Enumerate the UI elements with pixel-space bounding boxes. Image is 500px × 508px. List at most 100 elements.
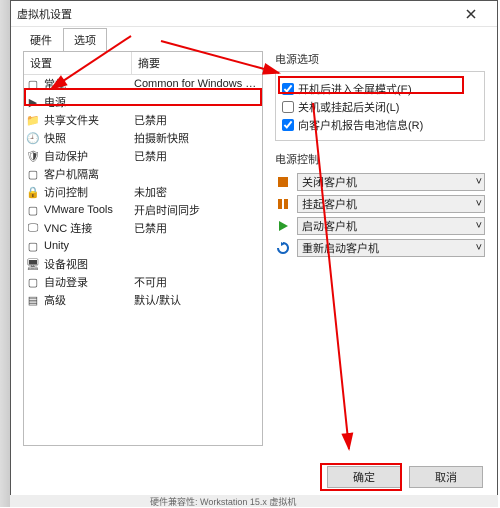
dialog-body: 设置 摘要 ▢ 常规 Common for Windows 10 Enterpr… bbox=[11, 51, 497, 456]
list-item[interactable]: ▢ Unity bbox=[24, 237, 262, 255]
vmtools-icon: ▢ bbox=[24, 204, 42, 217]
restart-icon bbox=[275, 240, 291, 256]
section-power-control: 电源控制 bbox=[275, 151, 485, 167]
select-value: 重新启动客户机 bbox=[302, 240, 379, 256]
item-summary: 已禁用 bbox=[132, 220, 262, 236]
right-panel: 电源选项 开机后进入全屏模式(E) 关机或挂起后关闭(L) 向客户机报告电池信息… bbox=[275, 51, 485, 446]
tab-options[interactable]: 选项 bbox=[63, 28, 107, 52]
list-header: 设置 摘要 bbox=[24, 52, 262, 75]
dialog-footer: 确定 取消 bbox=[327, 466, 483, 488]
item-name: 访问控制 bbox=[42, 184, 132, 200]
snapshot-icon: 🕘 bbox=[24, 132, 42, 145]
tab-hardware[interactable]: 硬件 bbox=[19, 28, 63, 52]
checkbox-label: 关机或挂起后关闭(L) bbox=[298, 99, 399, 115]
col-header-setting: 设置 bbox=[24, 52, 132, 74]
tab-label: 选项 bbox=[74, 35, 96, 47]
select-value: 启动客户机 bbox=[302, 218, 357, 234]
item-name: 共享文件夹 bbox=[42, 112, 132, 128]
button-label: 确定 bbox=[353, 469, 375, 485]
item-name: 快照 bbox=[42, 130, 132, 146]
background-statusbar: 硬件兼容性: Workstation 15.x 虚拟机 bbox=[10, 495, 498, 507]
checkbox-label: 开机后进入全屏模式(E) bbox=[298, 81, 412, 97]
list-item[interactable]: 🖥 设备视图 bbox=[24, 255, 262, 273]
power-control-group: 关闭客户机 ˅ 挂起客户机 ˅ 启动客户机 ˅ bbox=[275, 171, 485, 259]
power-control-row: 启动客户机 ˅ bbox=[275, 215, 485, 237]
list-item[interactable]: ▤ 高级 默认/默认 bbox=[24, 291, 262, 309]
list-item[interactable]: 🖵 VNC 连接 已禁用 bbox=[24, 219, 262, 237]
poweroff-select[interactable]: 关闭客户机 ˅ bbox=[297, 173, 485, 191]
general-icon: ▢ bbox=[24, 78, 42, 91]
checkbox-report-battery[interactable]: 向客户机报告电池信息(R) bbox=[282, 116, 478, 134]
play-icon bbox=[275, 218, 291, 234]
chevron-down-icon: ˅ bbox=[476, 176, 482, 188]
chevron-down-icon: ˅ bbox=[476, 198, 482, 210]
autoprotect-icon: 🛡 bbox=[24, 150, 42, 163]
item-name: 自动保护 bbox=[42, 148, 132, 164]
col-header-summary: 摘要 bbox=[132, 52, 262, 74]
power-icon: ▶ bbox=[24, 96, 42, 109]
item-name: 自动登录 bbox=[42, 274, 132, 290]
suspend-select[interactable]: 挂起客户机 ˅ bbox=[297, 195, 485, 213]
tab-strip: 硬件 选项 bbox=[11, 27, 497, 51]
checkbox-input[interactable] bbox=[282, 101, 294, 113]
button-label: 取消 bbox=[435, 469, 457, 485]
lock-icon: 🔒 bbox=[24, 186, 42, 199]
list-item[interactable]: 📁 共享文件夹 已禁用 bbox=[24, 111, 262, 129]
settings-list: 设置 摘要 ▢ 常规 Common for Windows 10 Enterpr… bbox=[23, 51, 263, 446]
appliance-icon: 🖥 bbox=[24, 258, 42, 271]
item-name: VMware Tools bbox=[42, 204, 132, 216]
list-rows: ▢ 常规 Common for Windows 10 Enterprise...… bbox=[24, 75, 262, 309]
chevron-down-icon: ˅ bbox=[476, 220, 482, 232]
checkbox-label: 向客户机报告电池信息(R) bbox=[298, 117, 423, 133]
autologin-icon: ▢ bbox=[24, 276, 42, 289]
power-options-group: 开机后进入全屏模式(E) 关机或挂起后关闭(L) 向客户机报告电池信息(R) bbox=[275, 71, 485, 141]
checkbox-input[interactable] bbox=[282, 83, 294, 95]
list-item[interactable]: ▢ 常规 Common for Windows 10 Enterprise... bbox=[24, 75, 262, 93]
list-item[interactable]: 🔒 访问控制 未加密 bbox=[24, 183, 262, 201]
select-value: 关闭客户机 bbox=[302, 174, 357, 190]
item-name: 电源 bbox=[42, 94, 132, 110]
power-control-row: 重新启动客户机 ˅ bbox=[275, 237, 485, 259]
item-name: 设备视图 bbox=[42, 256, 132, 272]
item-name: VNC 连接 bbox=[42, 220, 132, 236]
item-summary: 开启时间同步 bbox=[132, 202, 262, 218]
list-item[interactable]: 🛡 自动保护 已禁用 bbox=[24, 147, 262, 165]
tab-label: 硬件 bbox=[30, 35, 52, 47]
item-summary: 默认/默认 bbox=[132, 292, 262, 308]
vnc-icon: 🖵 bbox=[24, 222, 42, 235]
stop-icon bbox=[275, 174, 291, 190]
close-icon bbox=[466, 9, 476, 19]
list-item-power[interactable]: ▶ 电源 bbox=[24, 93, 262, 111]
list-item[interactable]: ▢ 自动登录 不可用 bbox=[24, 273, 262, 291]
chevron-down-icon: ˅ bbox=[476, 242, 482, 254]
titlebar: 虚拟机设置 bbox=[11, 1, 497, 27]
power-control-row: 挂起客户机 ˅ bbox=[275, 193, 485, 215]
item-summary: 不可用 bbox=[132, 274, 262, 290]
item-summary: 已禁用 bbox=[132, 148, 262, 164]
item-summary: 拍摄新快照 bbox=[132, 130, 262, 146]
settings-dialog: 虚拟机设置 硬件 选项 设置 摘要 ▢ 常规 Common for Window… bbox=[10, 0, 498, 497]
cancel-button[interactable]: 取消 bbox=[409, 466, 483, 488]
list-item[interactable]: ▢ VMware Tools 开启时间同步 bbox=[24, 201, 262, 219]
list-item[interactable]: 🕘 快照 拍摄新快照 bbox=[24, 129, 262, 147]
poweron-select[interactable]: 启动客户机 ˅ bbox=[297, 217, 485, 235]
unity-icon: ▢ bbox=[24, 240, 42, 253]
statusbar-text: 硬件兼容性: Workstation 15.x 虚拟机 bbox=[150, 495, 296, 508]
item-summary: 未加密 bbox=[132, 184, 262, 200]
background-border-left bbox=[0, 0, 10, 507]
folder-icon: 📁 bbox=[24, 114, 42, 127]
list-item[interactable]: ▢ 客户机隔离 bbox=[24, 165, 262, 183]
isolation-icon: ▢ bbox=[24, 168, 42, 181]
pause-icon bbox=[275, 196, 291, 212]
item-name: 客户机隔离 bbox=[42, 166, 132, 182]
checkbox-input[interactable] bbox=[282, 119, 294, 131]
checkbox-poweroff-after-suspend[interactable]: 关机或挂起后关闭(L) bbox=[282, 98, 478, 116]
window-title: 虚拟机设置 bbox=[17, 6, 451, 22]
window-close-button[interactable] bbox=[451, 1, 491, 26]
ok-button[interactable]: 确定 bbox=[327, 466, 401, 488]
checkbox-enter-fullscreen[interactable]: 开机后进入全屏模式(E) bbox=[282, 80, 478, 98]
select-value: 挂起客户机 bbox=[302, 196, 357, 212]
item-name: Unity bbox=[42, 240, 132, 252]
power-control-row: 关闭客户机 ˅ bbox=[275, 171, 485, 193]
restart-select[interactable]: 重新启动客户机 ˅ bbox=[297, 239, 485, 257]
